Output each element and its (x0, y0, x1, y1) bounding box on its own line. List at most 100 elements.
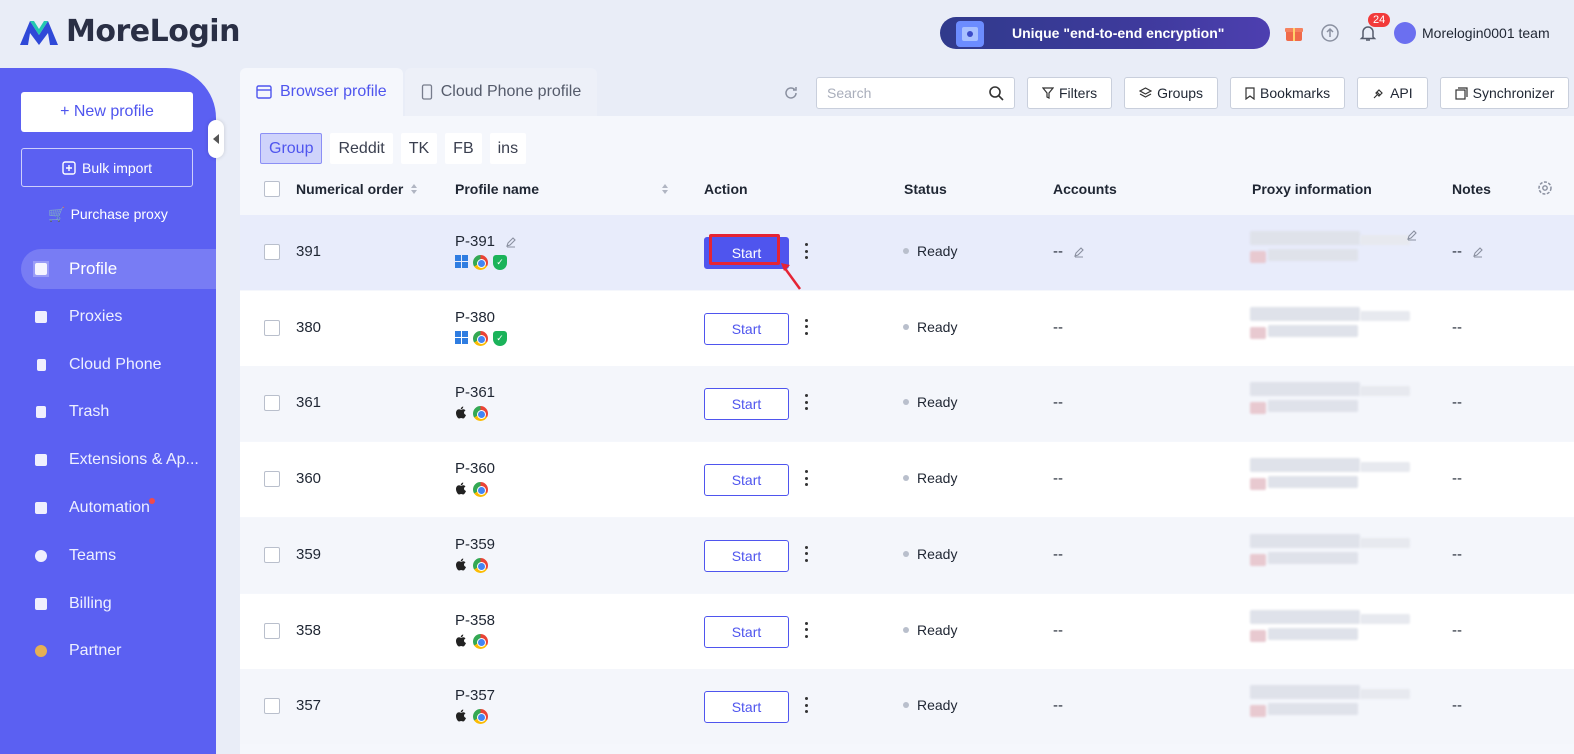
cloud-phone-icon (33, 357, 49, 373)
table-row[interactable]: 359 P-359 Start Ready -- -- (240, 517, 1574, 593)
start-button[interactable]: Start (704, 388, 789, 421)
profile-name[interactable]: P-358 (455, 612, 495, 629)
logo[interactable]: MoreLogin (20, 14, 240, 49)
purchase-proxy-link[interactable]: 🛒 Purchase proxy (0, 206, 216, 223)
sidebar-item-extensions[interactable]: Extensions & Ap... (21, 440, 216, 480)
profile-name[interactable]: P-391 (455, 233, 495, 250)
header-proxy-information: Proxy information (1252, 181, 1372, 197)
table-row[interactable]: 358 P-358 Start Ready -- -- (240, 593, 1574, 669)
row-checkbox[interactable] (264, 244, 280, 260)
bookmarks-button[interactable]: Bookmarks (1230, 77, 1346, 109)
collapse-sidebar-handle[interactable] (208, 120, 224, 158)
row-checkbox[interactable] (264, 546, 280, 563)
group-chip-reddit[interactable]: Reddit (330, 133, 393, 164)
sidebar-item-profile[interactable]: Profile (21, 249, 216, 289)
team-menu[interactable]: Morelogin0001 team (1394, 22, 1550, 44)
profile-name[interactable]: P-361 (455, 384, 495, 401)
sidebar: + New profile Bulk import 🛒 Purchase pro… (0, 68, 216, 754)
sidebar-item-billing[interactable]: Billing (21, 584, 216, 624)
upload-circle-icon[interactable] (1319, 22, 1341, 44)
row-checkbox[interactable] (264, 622, 280, 639)
gift-icon[interactable] (1283, 22, 1305, 44)
sidebar-item-trash[interactable]: Trash (21, 392, 216, 432)
group-chip-ins[interactable]: ins (489, 133, 527, 164)
start-button[interactable]: Start (704, 539, 789, 572)
start-button[interactable]: Start (704, 237, 789, 269)
status-dot (903, 399, 909, 406)
sidebar-item-label: Teams (69, 546, 117, 564)
sidebar-item-cloud-phone[interactable]: Cloud Phone (21, 345, 216, 385)
start-button[interactable]: Start (704, 464, 789, 497)
table-row[interactable]: 380 P-380 ✓ Start Ready -- -- (240, 290, 1574, 366)
group-chip-fb[interactable]: FB (445, 133, 482, 164)
more-options-icon[interactable] (803, 545, 809, 562)
more-options-icon[interactable] (803, 318, 809, 335)
profile-name[interactable]: P-380 (455, 309, 495, 326)
profile-name[interactable]: P-359 (455, 536, 495, 553)
sidebar-item-label: Extensions & Ap... (69, 451, 199, 469)
header-accounts: Accounts (1053, 181, 1117, 197)
start-button[interactable]: Start (704, 615, 789, 648)
search-icon (989, 86, 1004, 101)
api-button[interactable]: API (1357, 77, 1428, 109)
status-dot (903, 550, 909, 557)
profile-env-icons: ✓ (455, 255, 507, 270)
proxy-info-blurred (1240, 380, 1420, 428)
top-bar: MoreLogin Unique "end-to-end encryption"… (0, 0, 1574, 66)
edit-pencil-icon[interactable] (1073, 246, 1085, 258)
profile-name[interactable]: P-357 (455, 687, 495, 704)
tab-browser-profile[interactable]: Browser profile (240, 68, 403, 116)
more-options-icon[interactable] (803, 697, 809, 714)
group-chip-all[interactable]: Group (260, 133, 323, 164)
tab-cloud-phone-profile[interactable]: Cloud Phone profile (404, 68, 598, 116)
edit-pencil-icon[interactable] (1406, 229, 1418, 241)
profile-name[interactable]: P-360 (455, 460, 495, 477)
robot-icon (33, 500, 49, 516)
filters-button[interactable]: Filters (1027, 77, 1113, 109)
row-checkbox[interactable] (264, 319, 280, 336)
bulk-import-button[interactable]: Bulk import (21, 148, 193, 187)
sidebar-item-teams[interactable]: Teams (21, 536, 216, 576)
edit-pencil-icon[interactable] (1472, 246, 1484, 258)
sidebar-item-label: Cloud Phone (69, 355, 162, 373)
start-button[interactable]: Start (704, 312, 789, 345)
new-profile-button[interactable]: + New profile (21, 92, 193, 132)
row-checkbox[interactable] (264, 395, 280, 412)
chrome-icon (473, 406, 488, 422)
edit-pencil-icon[interactable] (505, 236, 517, 248)
refresh-icon[interactable] (780, 82, 802, 104)
row-checkbox[interactable] (264, 471, 280, 488)
accounts-cell: -- (1053, 319, 1063, 336)
table-row[interactable]: 361 P-361 Start Ready -- -- (240, 366, 1574, 442)
more-options-icon[interactable] (803, 621, 809, 638)
sidebar-item-proxies[interactable]: Proxies (21, 297, 216, 337)
search-input[interactable]: Search (816, 77, 1015, 109)
encryption-banner[interactable]: Unique "end-to-end encryption" (940, 17, 1270, 49)
table-row[interactable]: 357 P-357 Start Ready -- -- (240, 669, 1574, 745)
header-action: Action (704, 181, 748, 197)
team-avatar (1394, 22, 1416, 44)
profile-env-icons (455, 406, 488, 422)
notes-cell: -- (1452, 470, 1462, 487)
more-options-icon[interactable] (803, 243, 809, 259)
table-row[interactable]: 391 P-391 ✓ Start Ready -- -- (240, 215, 1574, 290)
sidebar-item-automation[interactable]: Automation (21, 488, 216, 528)
accounts-value: -- (1053, 394, 1063, 412)
more-options-icon[interactable] (803, 470, 809, 487)
header-numerical-order[interactable]: Numerical order (296, 181, 418, 197)
synchronizer-button[interactable]: Synchronizer (1439, 77, 1570, 109)
column-settings-gear-icon[interactable] (1536, 179, 1554, 200)
proxy-info-blurred (1240, 608, 1420, 656)
sidebar-item-partner[interactable]: Partner (21, 631, 216, 671)
group-chip-tk[interactable]: TK (400, 133, 438, 164)
more-options-icon[interactable] (803, 394, 809, 411)
table-row[interactable]: 360 P-360 Start Ready -- -- (240, 442, 1574, 518)
profile-env-icons: ✓ (455, 330, 507, 346)
row-checkbox[interactable] (264, 698, 280, 715)
start-button[interactable]: Start (704, 691, 789, 724)
sort-icon[interactable] (662, 184, 668, 194)
groups-button[interactable]: Groups (1124, 77, 1219, 109)
sort-icon[interactable] (411, 184, 418, 194)
select-all-checkbox[interactable] (264, 181, 280, 197)
proxy-info-blurred (1240, 532, 1420, 580)
